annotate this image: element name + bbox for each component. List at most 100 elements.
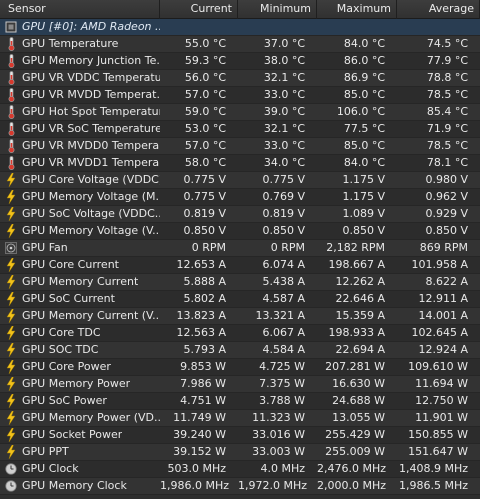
table-row[interactable]: GPU SoC Current 5.802 A 4.587 A 22.646 A 12.… [0,291,480,308]
maximum-value: 198.667 A [328,258,385,271]
sensor-label: GPU Memory Voltage (M... [22,190,160,203]
lightning-icon [4,428,18,442]
maximum-value: 16.630 W [332,377,385,390]
table-row[interactable]: GPU VR MVDD0 Tempera... 57.0 °C 33.0 °C 85.… [0,138,480,155]
table-header: Sensor Current Minimum Maximum Average [0,0,480,19]
table-row[interactable]: GPU Memory Power 7.986 W 7.375 W 16.630 W 11… [0,376,480,393]
minimum-value: 6.074 A [262,258,305,271]
table-row[interactable]: GPU Socket Power 39.240 W 33.016 W 255.429 … [0,427,480,444]
table-row[interactable]: GPU Core TDC 12.563 A 6.067 A 198.933 A 102.… [0,325,480,342]
table-row[interactable]: GPU Memory Power (VD... 11.749 W 11.323 W 1… [0,410,480,427]
sensor-label: GPU SoC Power [22,394,107,407]
column-header-current[interactable]: Current [160,0,238,19]
average-value: 102.645 A [411,326,468,339]
sensor-cell: GPU VR MVDD Temperat... [0,87,160,103]
table-row[interactable]: GPU Memory Clock 1,986.0 MHz 1,972.0 MHz 2,… [0,478,480,495]
maximum-value: 85.0 °C [343,139,385,152]
average-value: 869 RPM [419,241,468,254]
lightning-icon [4,394,18,408]
table-row[interactable]: GPU Clock 503.0 MHz 4.0 MHz 2,476.0 MHz 1,40… [0,461,480,478]
table-row[interactable]: GPU Temperature 55.0 °C 37.0 °C 84.0 °C 74.5… [0,36,480,53]
table-row[interactable]: GPU PPT 39.152 W 33.003 W 255.009 W 151.647 … [0,444,480,461]
column-header-average[interactable]: Average [397,0,480,19]
lightning-icon [4,343,18,357]
minimum-value: 6.067 A [262,326,305,339]
current-value: 0.775 V [183,190,226,203]
average-value: 0.962 V [425,190,468,203]
sensor-label: GPU VR MVDD0 Tempera... [22,139,160,152]
table-row[interactable]: GPU Core Voltage (VDDC) 0.775 V 0.775 V 1.1… [0,172,480,189]
table-row[interactable]: GPU VR SoC Temperature 53.0 °C 32.1 °C 77.5… [0,121,480,138]
sensor-cell: GPU Memory Power [0,376,160,392]
group-cell: GPU [#0]: AMD Radeon ... [0,19,160,35]
sensor-cell: GPU Clock [0,461,160,477]
table-row[interactable]: GPU Hot Spot Temperature 59.0 °C 39.0 °C 10… [0,104,480,121]
sensor-cell: GPU Core Power [0,359,160,375]
table-row[interactable]: GPU Core Current 12.653 A 6.074 A 198.667 A… [0,257,480,274]
minimum-value: 34.0 °C [263,156,305,169]
table-row[interactable]: GPU Memory Current 5.888 A 5.438 A 12.262 A… [0,274,480,291]
table-row[interactable]: GPU Core Power 9.853 W 4.725 W 207.281 W 109… [0,359,480,376]
clock-icon [4,479,18,493]
table-row[interactable]: GPU Fan 0 RPM 0 RPM 2,182 RPM 869 RPM [0,240,480,257]
current-value: 12.563 A [176,326,226,339]
minimum-value: 38.0 °C [263,54,305,67]
sensor-cell: GPU SoC Power [0,393,160,409]
maximum-value: 2,182 RPM [326,241,385,254]
average-value: 78.5 °C [426,139,468,152]
sensor-cell: GPU Memory Current (V... [0,308,160,324]
sensor-label: GPU Clock [22,462,79,475]
current-value: 4.751 W [180,394,226,407]
table-row[interactable]: GPU SoC Power 4.751 W 3.788 W 24.688 W 12.75… [0,393,480,410]
clock-icon [4,462,18,476]
lightning-icon [4,207,18,221]
sensor-cell: GPU Core Current [0,257,160,273]
sensor-cell: GPU VR SoC Temperature [0,121,160,137]
average-value: 12.750 W [415,394,468,407]
table-body: GPU [#0]: AMD Radeon ... GPU Temperature… [0,19,480,495]
group-row-gpu[interactable]: GPU [#0]: AMD Radeon ... [0,19,480,36]
sensor-cell: GPU PPT [0,444,160,460]
table-row[interactable]: GPU Memory Voltage (V... 0.850 V 0.850 V 0.… [0,223,480,240]
sensor-cell: GPU VR VDDC Temperature [0,70,160,86]
maximum-value: 86.0 °C [343,54,385,67]
thermometer-icon [4,122,18,136]
minimum-value: 32.1 °C [263,71,305,84]
sensor-label: GPU SoC Current [22,292,115,305]
maximum-value: 2,476.0 MHz [317,462,387,475]
column-header-minimum[interactable]: Minimum [238,0,317,19]
average-value: 78.1 °C [426,156,468,169]
current-value: 59.3 °C [184,54,226,67]
average-value: 78.5 °C [426,88,468,101]
table-row[interactable]: GPU VR VDDC Temperature 56.0 °C 32.1 °C 86.… [0,70,480,87]
lightning-icon [4,224,18,238]
average-value: 14.001 A [418,309,468,322]
minimum-value: 33.016 W [252,428,305,441]
sensor-cell: GPU Core Voltage (VDDC) [0,172,160,188]
table-row[interactable]: GPU Memory Junction Te... 59.3 °C 38.0 °C 8… [0,53,480,70]
table-row[interactable]: GPU VR MVDD1 Tempera... 58.0 °C 34.0 °C 84.… [0,155,480,172]
table-row[interactable]: GPU VR MVDD Temperat... 57.0 °C 33.0 °C 85.… [0,87,480,104]
sensor-label: GPU SoC Voltage (VDDC... [22,207,160,220]
current-value: 58.0 °C [184,156,226,169]
sensor-cell: GPU Memory Voltage (M... [0,189,160,205]
table-row[interactable]: GPU Memory Current (V... 13.823 A 13.321 A… [0,308,480,325]
minimum-value: 0.819 V [262,207,305,220]
sensor-table: Sensor Current Minimum Maximum Average G… [0,0,480,499]
table-row[interactable]: GPU SoC Voltage (VDDC... 0.819 V 0.819 V 1.… [0,206,480,223]
current-value: 13.823 A [176,309,226,322]
maximum-value: 84.0 °C [343,156,385,169]
minimum-value: 33.0 °C [263,88,305,101]
sensor-label: GPU Fan [22,241,68,254]
current-value: 503.0 MHz [167,462,226,475]
sensor-label: GPU Memory Voltage (V... [22,224,160,237]
minimum-value: 3.788 W [259,394,305,407]
current-value: 12.653 A [176,258,226,271]
group-label: GPU [#0]: AMD Radeon ... [22,20,160,33]
minimum-value: 33.0 °C [263,139,305,152]
table-row[interactable]: GPU SOC TDC 5.793 A 4.584 A 22.694 A 12.924 … [0,342,480,359]
thermometer-icon [4,139,18,153]
table-row[interactable]: GPU Memory Voltage (M... 0.775 V 0.769 V 1.… [0,189,480,206]
column-header-sensor[interactable]: Sensor [0,0,160,19]
column-header-maximum[interactable]: Maximum [317,0,397,19]
